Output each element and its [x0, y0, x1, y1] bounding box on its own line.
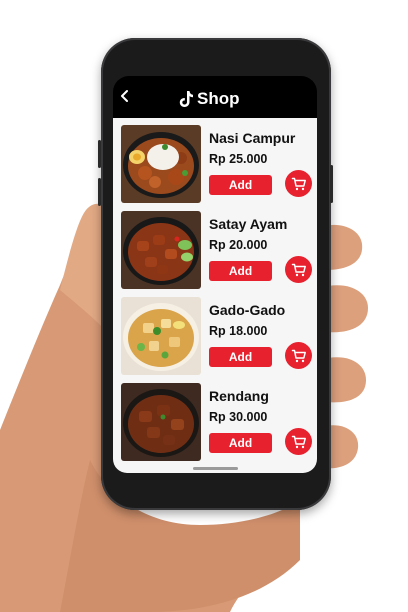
product-image-rendang[interactable] — [121, 383, 201, 461]
product-name: Gado-Gado — [209, 302, 286, 318]
cart-icon — [291, 435, 306, 448]
add-to-cart-button[interactable] — [285, 428, 312, 455]
page-title: Shop — [197, 89, 240, 108]
cart-icon — [291, 263, 306, 276]
add-to-cart-button[interactable] — [285, 342, 312, 369]
add-button[interactable]: Add — [209, 175, 272, 195]
list-item: Gado-Gado Rp 18.000 Add — [113, 290, 317, 376]
add-to-cart-button[interactable] — [285, 170, 312, 197]
product-list: Nasi Campur Rp 25.000 Add Satay Ayam Rp … — [113, 118, 317, 473]
add-button[interactable]: Add — [209, 433, 272, 453]
brand: Shop — [178, 88, 240, 110]
product-name: Satay Ayam — [209, 216, 288, 232]
chevron-left-icon[interactable] — [118, 89, 132, 103]
cart-icon — [291, 349, 306, 362]
tiktok-note-icon — [179, 91, 193, 107]
list-item: Rendang Rp 30.000 Add — [113, 376, 317, 462]
product-image-satay-ayam[interactable] — [121, 211, 201, 289]
product-price: Rp 30.000 — [209, 410, 268, 424]
product-image-gado-gado[interactable] — [121, 297, 201, 375]
product-price: Rp 25.000 — [209, 152, 268, 166]
add-to-cart-button[interactable] — [285, 256, 312, 283]
add-button[interactable]: Add — [209, 347, 272, 367]
cart-icon — [291, 177, 306, 190]
list-item: Nasi Campur Rp 25.000 Add — [113, 118, 317, 204]
phone-volume-button — [98, 178, 101, 206]
product-image-nasi-campur[interactable] — [121, 125, 201, 203]
product-name: Nasi Campur — [209, 130, 296, 146]
phone-side-button — [330, 165, 333, 203]
home-indicator[interactable] — [193, 467, 238, 470]
phone-volume-button — [98, 140, 101, 168]
product-price: Rp 18.000 — [209, 324, 268, 338]
add-button[interactable]: Add — [209, 261, 272, 281]
product-price: Rp 20.000 — [209, 238, 268, 252]
list-item: Satay Ayam Rp 20.000 Add — [113, 204, 317, 290]
product-name: Rendang — [209, 388, 269, 404]
